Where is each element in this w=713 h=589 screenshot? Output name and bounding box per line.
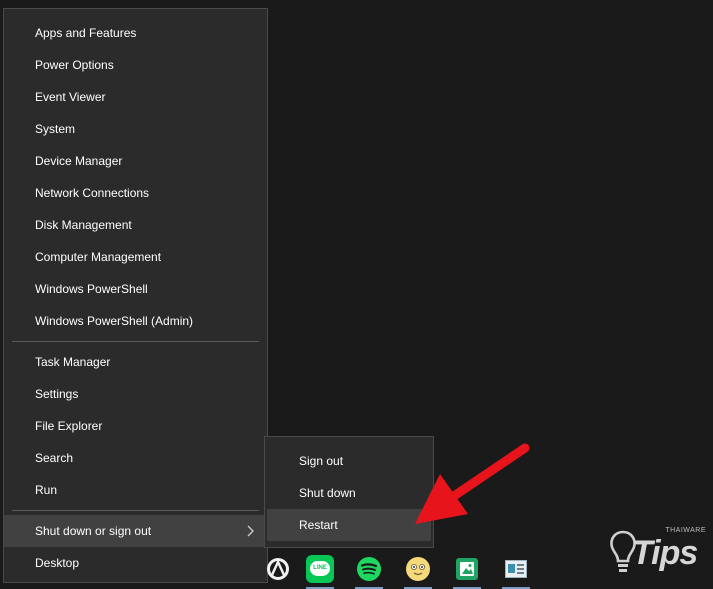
- red-arrow-annotation: [415, 443, 530, 524]
- line-icon-label: LINE: [313, 565, 327, 571]
- menu-item-disk-management[interactable]: Disk Management: [4, 209, 267, 241]
- menu-item-device-manager[interactable]: Device Manager: [4, 145, 267, 177]
- menu-item-apps-and-features[interactable]: Apps and Features: [4, 17, 267, 49]
- desktop-screen: Apps and Features Power Options Event Vi…: [0, 0, 713, 589]
- menu-item-run[interactable]: Run: [4, 474, 267, 506]
- menu-item-desktop[interactable]: Desktop: [4, 547, 267, 579]
- tips-thaiware-watermark: THAIWARE Tips: [608, 522, 710, 582]
- menu-item-shut-down-or-sign-out[interactable]: Shut down or sign out: [4, 515, 267, 547]
- menu-separator: [12, 510, 259, 511]
- app-icon[interactable]: [264, 555, 292, 583]
- menu-item-label: Shut down or sign out: [35, 524, 152, 538]
- menu-item-settings[interactable]: Settings: [4, 378, 267, 410]
- watermark-small-text: THAIWARE: [665, 527, 706, 534]
- photo-app-icon[interactable]: [453, 555, 481, 583]
- line-icon[interactable]: LINE: [306, 555, 334, 583]
- news-app-icon[interactable]: [502, 555, 530, 583]
- chevron-right-icon: [247, 525, 254, 537]
- spotify-icon[interactable]: [355, 555, 383, 583]
- image-glyph-icon: [462, 564, 473, 574]
- emoji-app-icon[interactable]: [404, 555, 432, 583]
- menu-item-task-manager[interactable]: Task Manager: [4, 346, 267, 378]
- menu-item-power-options[interactable]: Power Options: [4, 49, 267, 81]
- menu-item-computer-management[interactable]: Computer Management: [4, 241, 267, 273]
- menu-item-event-viewer[interactable]: Event Viewer: [4, 81, 267, 113]
- menu-item-windows-powershell-admin[interactable]: Windows PowerShell (Admin): [4, 305, 267, 337]
- menu-item-file-explorer[interactable]: File Explorer: [4, 410, 267, 442]
- menu-item-search[interactable]: Search: [4, 442, 267, 474]
- menu-separator: [12, 341, 259, 342]
- watermark-main-text: Tips: [632, 534, 698, 572]
- winx-context-menu: Apps and Features Power Options Event Vi…: [3, 8, 268, 583]
- menu-item-system[interactable]: System: [4, 113, 267, 145]
- menu-item-network-connections[interactable]: Network Connections: [4, 177, 267, 209]
- menu-item-windows-powershell[interactable]: Windows PowerShell: [4, 273, 267, 305]
